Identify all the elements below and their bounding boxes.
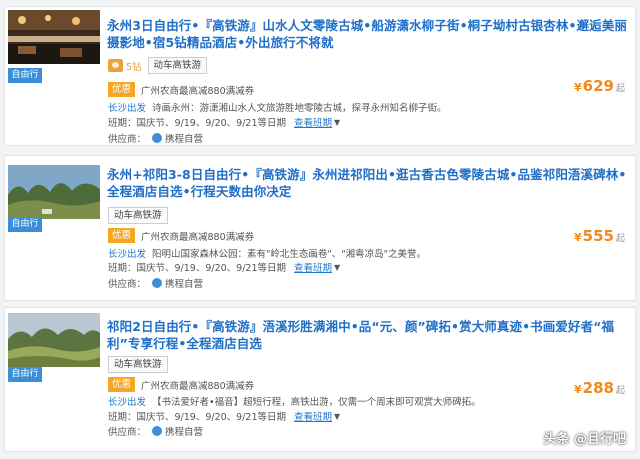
currency-symbol: ¥: [574, 383, 582, 396]
promo-row: 优惠 广州农商最高减880满减券: [108, 228, 254, 243]
view-schedule-link[interactable]: 查看班期: [294, 115, 332, 129]
schedule-dates: 国庆节、9/19、9/20、9/21等日期: [136, 263, 287, 274]
view-schedule-link[interactable]: 查看班期: [294, 260, 332, 274]
product-card[interactable]: 自由行 永州3日自由行•『高铁游』山水人文零陵古城•船游潇水柳子街•桐子坳村古银…: [4, 6, 636, 146]
currency-symbol: ¥: [574, 81, 582, 94]
price-suffix: 起: [615, 386, 625, 396]
promo-text: 广州农商最高减880满减券: [141, 85, 255, 97]
schedule-row: 班期： 国庆节、9/19、9/20、9/21等日期 查看班期 ▼: [108, 409, 340, 424]
schedule-row: 班期： 国庆节、9/19、9/20、9/21等日期 查看班期 ▼: [108, 260, 340, 275]
caret-down-icon[interactable]: ▼: [334, 412, 340, 421]
supplier-row: 供应商： 携程自营: [108, 276, 203, 290]
departure-city: 长沙出发: [108, 103, 147, 114]
transport-pill: 动车高铁游: [147, 57, 208, 74]
schedule-label: 班期：: [108, 118, 137, 129]
product-card[interactable]: 自由行 祁阳2日自由行•『高铁游』浯溪形胜满湘中•品“元、颜”碑拓•赏大师真迹•…: [4, 307, 636, 452]
departure-city: 长沙出发: [108, 249, 147, 260]
promo-tag: 优惠: [108, 228, 136, 243]
price-value: 288: [582, 379, 614, 397]
product-title[interactable]: 永州3日自由行•『高铁游』山水人文零陵古城•船游潇水柳子街•桐子坳村古银杏林•邂…: [107, 17, 635, 51]
feature-row: 长沙出发 【书法爱好者•福音】超短行程，高铁出游，仅需一个周末即可观赏大师碑拓。: [108, 394, 481, 408]
supplier-row: 供应商： 携程自营: [108, 131, 203, 145]
supplier-icon: [152, 278, 163, 288]
rank-badge: 5钻: [108, 59, 142, 73]
supplier-name: 携程自营: [165, 427, 204, 438]
promo-text: 广州农商最高减880满减券: [141, 380, 255, 392]
schedule-label: 班期：: [108, 263, 137, 274]
product-thumbnail[interactable]: [8, 165, 100, 219]
supplier-label: 供应商：: [108, 427, 147, 438]
watermark: 头条 @且行吧: [543, 432, 626, 447]
supplier-name: 携程自营: [165, 134, 204, 145]
feature-row: 长沙出发 诗画永州：游潇湘山水人文旅游胜地零陵古城，探寻永州知名柳子街。: [108, 100, 447, 114]
supplier-icon: [152, 133, 163, 143]
feature-text: 【书法爱好者•福音】超短行程，高铁出游，仅需一个周末即可观赏大师碑拓。: [152, 397, 481, 408]
supplier-name: 携程自营: [165, 279, 204, 290]
transport-pill: 动车高铁游: [108, 356, 168, 373]
currency-symbol: ¥: [574, 231, 582, 244]
product-thumbnail[interactable]: [8, 313, 100, 367]
departure-city: 长沙出发: [108, 397, 147, 408]
feature-row: 长沙出发 阳明山国家森林公园：素有"岭北生态画卷"、"湘粤凉岛"之美誉。: [108, 246, 426, 260]
caret-down-icon[interactable]: ▼: [334, 118, 340, 127]
promo-tag: 优惠: [108, 82, 136, 97]
free-travel-tag: 自由行: [8, 367, 42, 382]
feature-text: 阳明山国家森林公园：素有"岭北生态画卷"、"湘粤凉岛"之美誉。: [152, 249, 426, 260]
feature-text: 诗画永州：游潇湘山水人文旅游胜地零陵古城，探寻永州知名柳子街。: [152, 103, 447, 114]
badge-row: 动车高铁游: [108, 207, 168, 224]
price[interactable]: ¥ 288 起: [574, 379, 625, 397]
promo-row: 优惠 广州农商最高减880满减券: [108, 82, 254, 97]
schedule-row: 班期： 国庆节、9/19、9/20、9/21等日期 查看班期 ▼: [108, 115, 340, 130]
caret-down-icon[interactable]: ▼: [334, 263, 340, 272]
badge-row: 5钻 动车高铁游: [108, 57, 208, 74]
promo-row: 优惠 广州农商最高减880满减券: [108, 377, 254, 392]
promo-text: 广州农商最高减880满减券: [141, 231, 255, 243]
price[interactable]: ¥ 555 起: [574, 227, 625, 245]
price-suffix: 起: [615, 84, 625, 94]
promo-tag: 优惠: [108, 377, 136, 392]
badge-row: 动车高铁游: [108, 356, 168, 373]
product-title[interactable]: 祁阳2日自由行•『高铁游』浯溪形胜满湘中•品“元、颜”碑拓•赏大师真迹•书画爱好…: [107, 318, 635, 352]
price-suffix: 起: [615, 234, 625, 244]
supplier-label: 供应商：: [108, 134, 147, 145]
free-travel-tag: 自由行: [8, 68, 42, 83]
schedule-dates: 国庆节、9/19、9/20、9/21等日期: [136, 412, 287, 423]
schedule-dates: 国庆节、9/19、9/20、9/21等日期: [136, 118, 287, 129]
price-value: 629: [582, 77, 614, 95]
price-value: 555: [582, 227, 614, 245]
product-thumbnail[interactable]: [8, 10, 100, 64]
product-card[interactable]: 自由行 永州+祁阳3-8日自由行•『高铁游』永州进祁阳出•逛古香古色零陵古城•品…: [4, 155, 636, 301]
supplier-label: 供应商：: [108, 279, 147, 290]
view-schedule-link[interactable]: 查看班期: [294, 409, 332, 423]
price[interactable]: ¥ 629 起: [574, 77, 625, 95]
transport-pill: 动车高铁游: [108, 207, 168, 224]
schedule-label: 班期：: [108, 412, 137, 423]
rank-label: 5钻: [126, 61, 142, 73]
free-travel-tag: 自由行: [8, 217, 42, 232]
supplier-icon: [152, 426, 163, 436]
product-title[interactable]: 永州+祁阳3-8日自由行•『高铁游』永州进祁阳出•逛古香古色零陵古城•品鉴祁阳浯…: [107, 166, 635, 200]
diamond-icon: [108, 59, 123, 72]
supplier-row: 供应商： 携程自营: [108, 424, 203, 438]
